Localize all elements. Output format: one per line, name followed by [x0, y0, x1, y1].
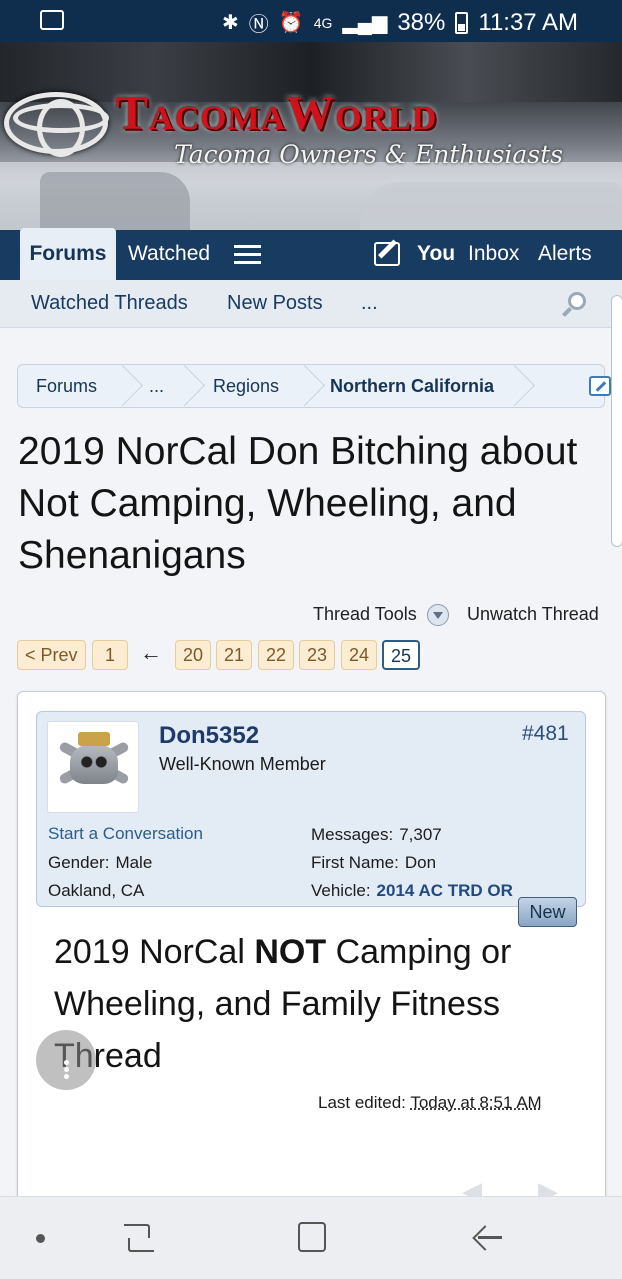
- tab-forums[interactable]: Forums: [20, 228, 116, 280]
- more-vert-icon[interactable]: [62, 1058, 70, 1080]
- network-type: 4G: [313, 14, 333, 31]
- pagination-page[interactable]: 22: [258, 640, 295, 670]
- messages-value: 7,307: [399, 825, 442, 844]
- nav-you[interactable]: You: [417, 242, 455, 266]
- gender-value: Male: [115, 853, 153, 872]
- banner-truck-left: [40, 172, 190, 230]
- bluetooth-icon: ✱: [222, 12, 239, 34]
- breadcrumb-regions[interactable]: Regions: [213, 376, 279, 397]
- jump-to-icon[interactable]: [589, 376, 611, 396]
- avatar-skull-icon: [70, 744, 118, 784]
- thread-title: 2019 NorCal Don Bitching about Not Campi…: [18, 430, 578, 577]
- location: Oakland, CA: [48, 881, 145, 900]
- breadcrumb-ellipsis[interactable]: ...: [149, 376, 164, 397]
- recent-apps-icon[interactable]: [124, 1224, 154, 1252]
- last-edited-label: Last edited:: [318, 1093, 406, 1112]
- last-edited: Last edited: Today at 8:51 AM: [318, 1093, 542, 1113]
- battery-icon: [455, 11, 469, 34]
- unwatch-thread-link[interactable]: Unwatch Thread: [467, 604, 599, 625]
- alarm-icon: ⏰: [278, 12, 304, 34]
- breadcrumb: Forums ... Regions Northern California: [17, 364, 611, 408]
- user-title: Well-Known Member: [159, 754, 326, 774]
- subnav-new-posts[interactable]: New Posts: [227, 292, 323, 315]
- avatar[interactable]: [47, 721, 139, 813]
- post-number[interactable]: #481: [522, 722, 569, 746]
- gender-row: Gender: Male: [48, 853, 152, 873]
- nfc-icon: Ⓝ: [248, 14, 269, 36]
- main-nav: Forums Watched You Inbox Alerts: [0, 228, 622, 280]
- message-bold-text: NOT: [254, 933, 327, 971]
- username[interactable]: Don5352: [159, 722, 259, 750]
- pagination-current-page[interactable]: 25: [382, 640, 421, 670]
- first-name-row: First Name: Don: [311, 853, 436, 873]
- sub-nav: Watched Threads New Posts ...: [0, 280, 622, 328]
- messages-row: Messages: 7,307: [311, 825, 442, 845]
- breadcrumb-separator: [304, 365, 326, 407]
- toyota-logo-icon: [4, 92, 109, 157]
- site-banner[interactable]: TacomaWorld Tacoma Owners & Enthusiasts: [0, 42, 622, 230]
- vehicle-label: Vehicle:: [311, 881, 371, 900]
- breadcrumb-forums[interactable]: Forums: [36, 376, 97, 397]
- subnav-more[interactable]: ...: [361, 292, 378, 315]
- breadcrumb-northern-california[interactable]: Northern California: [330, 376, 494, 397]
- home-icon[interactable]: [298, 1222, 326, 1252]
- pagination-page[interactable]: 23: [299, 640, 336, 670]
- start-conversation-link[interactable]: Start a Conversation: [48, 824, 203, 844]
- breadcrumb-separator: [184, 365, 206, 407]
- nav-alerts[interactable]: Alerts: [538, 242, 592, 266]
- chevron-down-icon[interactable]: [427, 604, 449, 626]
- last-edited-time[interactable]: Today at 8:51 AM: [410, 1093, 541, 1112]
- message-text: 2019 NorCal: [54, 933, 255, 971]
- compose-icon[interactable]: [374, 242, 400, 266]
- pagination-page[interactable]: 21: [216, 640, 253, 670]
- signal-icon: ▂▄▆: [342, 12, 388, 34]
- first-name-value: Don: [404, 853, 437, 872]
- new-badge: New: [518, 897, 577, 927]
- status-bar: ✱ Ⓝ ⏰ 4G ▂▄▆ 38% 11:37 AM: [0, 0, 622, 42]
- pagination-page[interactable]: 20: [175, 640, 212, 670]
- breadcrumb-separator: [122, 365, 144, 407]
- subnav-watched-threads[interactable]: Watched Threads: [31, 292, 188, 315]
- clock: 11:37 AM: [478, 8, 578, 36]
- thread-tools-label[interactable]: Thread Tools: [313, 604, 417, 625]
- site-tagline: Tacoma Owners & Enthusiasts: [174, 140, 564, 169]
- banner-truck-right: [360, 182, 622, 230]
- pagination-prev[interactable]: < Prev: [17, 640, 86, 670]
- search-icon[interactable]: [560, 290, 588, 318]
- nav-inbox[interactable]: Inbox: [468, 242, 519, 266]
- messages-label: Messages:: [311, 825, 394, 844]
- pagination-jump-arrow[interactable]: ←: [140, 640, 162, 666]
- gender-label: Gender:: [48, 853, 110, 872]
- scrollbar[interactable]: [611, 295, 622, 547]
- pagination-page[interactable]: 24: [341, 640, 378, 670]
- pagination-page-1[interactable]: 1: [92, 640, 128, 670]
- site-logo[interactable]: TacomaWorld: [116, 86, 437, 141]
- post-message: 2019 NorCal NOT Camping or Wheeling, and…: [54, 926, 574, 1082]
- first-name-label: First Name:: [311, 853, 399, 872]
- vehicle-value[interactable]: 2014 AC TRD OR: [377, 881, 513, 900]
- battery-percent: 38%: [397, 8, 446, 36]
- back-icon[interactable]: [472, 1224, 502, 1252]
- status-icons: ✱ Ⓝ ⏰ 4G ▂▄▆ 38% 11:37 AM: [222, 8, 578, 37]
- avatar-crown-icon: [78, 732, 110, 746]
- activity-icon: [40, 10, 64, 30]
- system-dot-icon[interactable]: [36, 1234, 45, 1243]
- vehicle-row: Vehicle: 2014 AC TRD OR: [311, 881, 513, 901]
- tab-watched[interactable]: Watched: [128, 242, 210, 266]
- menu-icon[interactable]: [234, 245, 261, 264]
- breadcrumb-separator: [514, 365, 536, 407]
